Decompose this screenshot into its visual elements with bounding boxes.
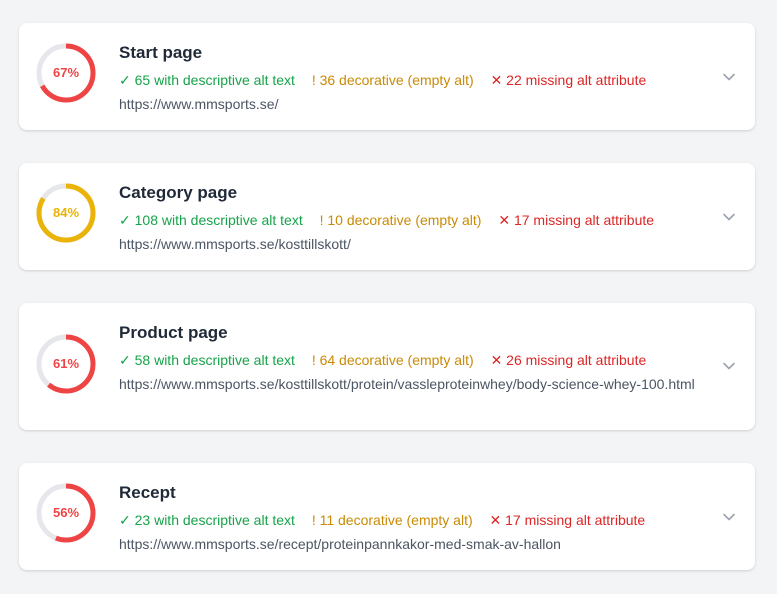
decorative-count: ! 36 decorative (empty alt) xyxy=(311,72,474,88)
page-card-product[interactable]: 61% Product page ✓ 58 with descriptive a… xyxy=(19,303,755,430)
page-title: Category page xyxy=(119,183,238,202)
missing-count: ✕ 26 missing alt attribute xyxy=(490,352,647,368)
alt-stats: ✓ 65 with descriptive alt text ! 36 deco… xyxy=(119,71,719,89)
missing-count: ✕ 17 missing alt attribute xyxy=(498,212,655,228)
page-url: https://www.mmsports.se/kosttillskott/pr… xyxy=(119,376,695,392)
missing-count: ✕ 22 missing alt attribute xyxy=(490,72,647,88)
page-url: https://www.mmsports.se/recept/proteinpa… xyxy=(119,536,561,552)
page-card-start[interactable]: 67% Start page ✓ 65 with descriptive alt… xyxy=(19,23,755,130)
score-label: 61% xyxy=(52,356,80,371)
decorative-count: ! 11 decorative (empty alt) xyxy=(311,512,473,528)
page-title: Start page xyxy=(119,43,203,62)
page-url: https://www.mmsports.se/ xyxy=(119,96,279,112)
score-label: 67% xyxy=(52,65,80,80)
chevron-down-icon[interactable] xyxy=(719,207,739,227)
score-gauge: 84% xyxy=(35,182,97,244)
alt-stats: ✓ 58 with descriptive alt text ! 64 deco… xyxy=(119,351,719,369)
chevron-down-icon[interactable] xyxy=(719,67,739,87)
missing-count: ✕ 17 missing alt attribute xyxy=(489,512,646,528)
score-label: 56% xyxy=(52,505,80,520)
score-gauge: 61% xyxy=(35,333,97,395)
chevron-down-icon[interactable] xyxy=(719,507,739,527)
descriptive-count: ✓ 65 with descriptive alt text xyxy=(119,72,295,88)
page-card-category[interactable]: 84% Category page ✓ 108 with descriptive… xyxy=(19,163,755,270)
alt-stats: ✓ 108 with descriptive alt text ! 10 dec… xyxy=(119,211,719,229)
descriptive-count: ✓ 23 with descriptive alt text xyxy=(119,512,295,528)
descriptive-count: ✓ 108 with descriptive alt text xyxy=(119,212,303,228)
score-gauge: 56% xyxy=(35,482,97,544)
page-title: Recept xyxy=(119,483,176,502)
chevron-down-icon[interactable] xyxy=(719,356,739,376)
score-label: 84% xyxy=(52,205,80,220)
decorative-count: ! 10 decorative (empty alt) xyxy=(319,212,482,228)
descriptive-count: ✓ 58 with descriptive alt text xyxy=(119,352,295,368)
alt-stats: ✓ 23 with descriptive alt text ! 11 deco… xyxy=(119,511,719,529)
decorative-count: ! 64 decorative (empty alt) xyxy=(311,352,474,368)
page-title: Product page xyxy=(119,323,228,342)
page-card-recept[interactable]: 56% Recept ✓ 23 with descriptive alt tex… xyxy=(19,463,755,570)
page-url: https://www.mmsports.se/kosttillskott/ xyxy=(119,236,351,252)
score-gauge: 67% xyxy=(35,42,97,104)
